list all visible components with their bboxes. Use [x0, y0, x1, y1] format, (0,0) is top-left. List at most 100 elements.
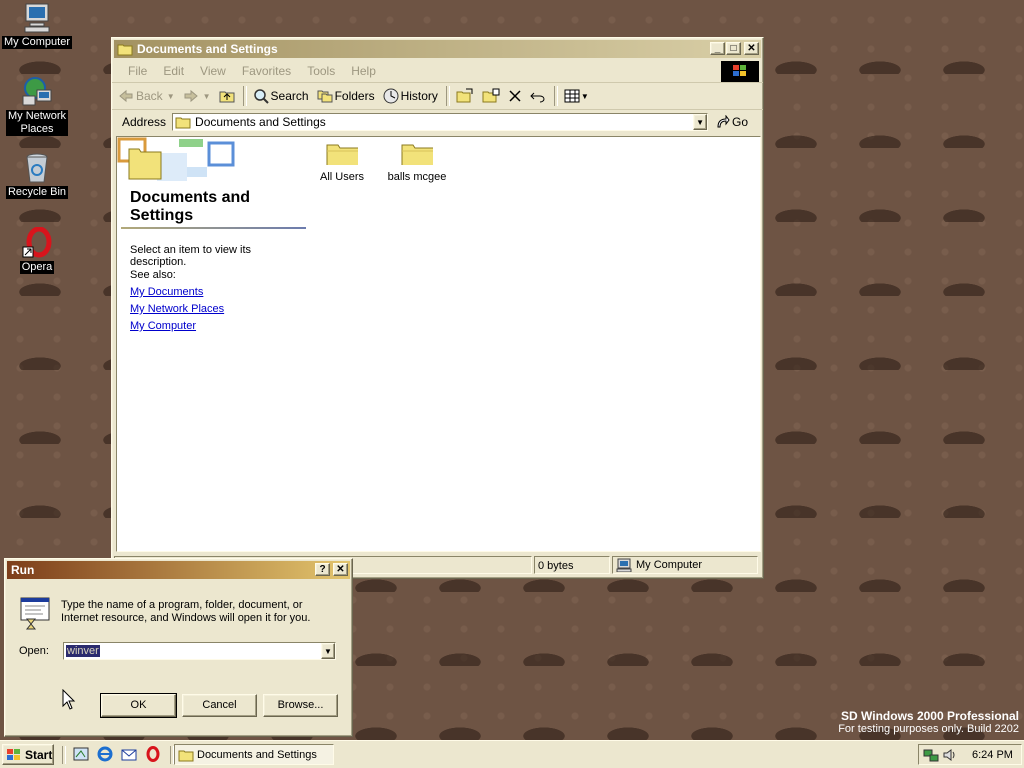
mouse-cursor-icon — [62, 689, 76, 710]
taskbar-button-documents-and-settings[interactable]: Documents and Settings — [174, 744, 334, 765]
status-zone-label: My Computer — [636, 559, 703, 571]
windows-flag-icon — [7, 748, 20, 760]
ok-button[interactable]: OK — [100, 693, 177, 718]
start-label: Start — [25, 747, 53, 762]
open-dropdown-button[interactable]: ▼ — [321, 643, 335, 659]
search-label: Search — [270, 89, 309, 103]
web-view-title: Documents and Settings — [130, 189, 300, 225]
desktop-icon-label: My Network Places — [5, 110, 69, 136]
folder-icon — [175, 117, 191, 129]
link-my-computer[interactable]: My Computer — [130, 320, 196, 332]
windows-logo-icon — [721, 61, 759, 82]
toolbar-separator — [242, 86, 247, 106]
cancel-button[interactable]: Cancel — [182, 694, 257, 717]
folders-button[interactable]: Folders — [317, 89, 375, 103]
address-label: Address — [122, 115, 167, 129]
move-to-icon — [456, 88, 473, 103]
help-button[interactable]: ? — [315, 563, 330, 576]
views-grid-icon — [564, 89, 580, 103]
history-clock-icon — [383, 88, 399, 104]
open-value: winver — [66, 645, 100, 657]
desktop-icon-my-network-places[interactable]: My Network Places — [1, 76, 73, 136]
menu-tools[interactable]: Tools — [307, 64, 335, 78]
watermark-edition: SD Windows 2000 Professional — [841, 709, 1019, 723]
up-folder-icon — [219, 91, 235, 103]
address-dropdown-button[interactable]: ▼ — [693, 114, 708, 130]
close-button[interactable]: ✕ — [333, 563, 348, 576]
forward-button[interactable]: ▼ — [183, 89, 211, 103]
minimize-button[interactable]: _ — [710, 42, 725, 55]
menu-bar: File Edit View Favorites Tools Help — [112, 60, 763, 83]
menu-help[interactable]: Help — [351, 64, 376, 78]
toolbar-separator — [445, 86, 450, 106]
up-button[interactable] — [219, 89, 235, 103]
folder-item-all-users[interactable]: All Users — [307, 141, 377, 183]
run-instructions: Type the name of a program, folder, docu… — [61, 599, 331, 625]
volume-icon[interactable] — [942, 748, 958, 762]
views-button[interactable]: ▼ — [564, 89, 589, 103]
taskbar: Start Documents and Settings 6:24 PM — [0, 740, 1024, 768]
os-watermark: SD Windows 2000 Professional For testing… — [838, 709, 1019, 735]
forward-dropdown-icon: ▼ — [202, 91, 211, 101]
folder-banner-icon — [117, 137, 235, 181]
run-titlebar[interactable]: Run ? ✕ — [7, 561, 350, 579]
folder-item-balls-mcgee[interactable]: balls mcgee — [382, 141, 452, 183]
menu-edit[interactable]: Edit — [163, 64, 184, 78]
history-button[interactable]: History — [383, 88, 438, 104]
back-button[interactable]: Back ▼ — [118, 89, 175, 103]
close-button[interactable]: ✕ — [744, 42, 759, 55]
show-desktop-icon[interactable] — [72, 746, 90, 762]
web-view-divider — [121, 227, 306, 229]
views-dropdown-icon: ▼ — [580, 91, 589, 101]
search-button[interactable]: Search — [253, 88, 309, 104]
maximize-button[interactable]: □ — [726, 42, 741, 55]
address-bar: Address Documents and Settings ▼ Go — [112, 110, 763, 134]
link-my-documents[interactable]: My Documents — [130, 286, 203, 298]
folder-item-label: balls mcgee — [387, 171, 447, 183]
folder-content-view[interactable]: Documents and Settings Select an item to… — [116, 136, 761, 552]
opera-icon — [21, 226, 53, 259]
address-field[interactable]: Documents and Settings ▼ — [172, 113, 709, 131]
start-button[interactable]: Start — [2, 744, 54, 765]
status-size: 0 bytes — [534, 556, 610, 574]
explorer-titlebar[interactable]: Documents and Settings _ □ ✕ — [114, 40, 761, 58]
run-instructions-line2: Internet resource, and Windows will open… — [61, 612, 311, 624]
watermark-build: For testing purposes only. Build 2202 — [838, 723, 1019, 735]
network-tray-icon[interactable] — [923, 748, 939, 762]
go-label: Go — [732, 115, 749, 129]
web-view-title-line1: Documents and — [130, 189, 251, 206]
folder-icon — [117, 44, 133, 56]
folder-icon — [178, 750, 194, 761]
copy-to-button[interactable] — [482, 88, 500, 104]
undo-button[interactable] — [530, 89, 546, 103]
address-value: Documents and Settings — [195, 115, 326, 129]
see-also-label: See also: — [130, 269, 176, 281]
folders-label: Folders — [334, 89, 375, 103]
open-combobox[interactable]: winver ▼ — [63, 642, 336, 660]
desktop-icon-my-computer[interactable]: My Computer — [1, 2, 73, 49]
folders-icon — [317, 90, 333, 103]
browse-button[interactable]: Browse... — [263, 694, 338, 717]
run-dialog: Run ? ✕ Type the name of a program, fold… — [4, 558, 353, 737]
folder-item-label: All Users — [319, 171, 364, 183]
menu-view[interactable]: View — [200, 64, 226, 78]
go-button[interactable]: Go — [716, 115, 748, 129]
back-dropdown-icon: ▼ — [166, 91, 175, 101]
menu-file[interactable]: File — [128, 64, 147, 78]
desktop-icon-opera[interactable]: Opera — [1, 226, 73, 274]
outlook-express-icon[interactable] — [120, 746, 138, 762]
opera-icon[interactable] — [144, 746, 162, 762]
delete-button[interactable] — [508, 89, 522, 103]
link-my-network-places[interactable]: My Network Places — [130, 303, 224, 315]
menu-favorites[interactable]: Favorites — [242, 64, 291, 78]
move-to-button[interactable] — [456, 88, 474, 104]
computer-icon — [21, 2, 53, 34]
clock[interactable]: 6:24 PM — [972, 749, 1013, 761]
internet-explorer-icon[interactable] — [96, 746, 114, 762]
network-icon — [21, 76, 53, 108]
desktop-icon-recycle-bin[interactable]: Recycle Bin — [1, 152, 73, 199]
search-icon — [253, 89, 269, 104]
run-program-icon — [20, 597, 50, 630]
label-line-1: My Network — [7, 110, 67, 122]
open-label: Open: — [19, 645, 49, 657]
